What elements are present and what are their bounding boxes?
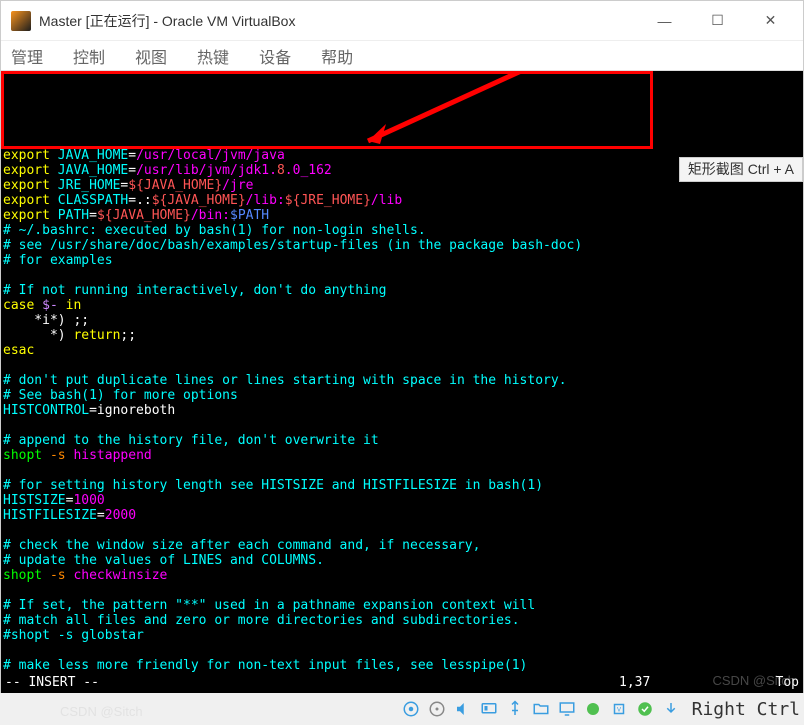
titlebar: Master [正在运行] - Oracle VM VirtualBox — ☐… xyxy=(1,1,803,41)
vim-mode: -- INSERT -- xyxy=(5,675,619,690)
vm-window: Master [正在运行] - Oracle VM VirtualBox — ☐… xyxy=(0,0,804,725)
terminal-line: # If not running interactively, don't do… xyxy=(3,283,801,298)
terminal-line xyxy=(3,583,801,598)
menu-view[interactable]: 视图 xyxy=(135,44,167,68)
window-title: Master [正在运行] - Oracle VM VirtualBox xyxy=(39,11,642,31)
terminal-line: # append to the history file, don't over… xyxy=(3,433,801,448)
terminal-line: # see /usr/share/doc/bash/examples/start… xyxy=(3,238,801,253)
menubar: 管理 控制 视图 热键 设备 帮助 xyxy=(1,41,803,71)
terminal-line: # If set, the pattern "**" used in a pat… xyxy=(3,598,801,613)
mouse-integration-icon[interactable] xyxy=(634,698,656,720)
terminal-line: HISTFILESIZE=2000 xyxy=(3,508,801,523)
terminal-line: *) return;; xyxy=(3,328,801,343)
host-key-indicator: Right Ctrl xyxy=(692,699,800,720)
cpu-icon[interactable]: V xyxy=(608,698,630,720)
menu-control[interactable]: 控制 xyxy=(73,44,105,68)
terminal-line: HISTSIZE=1000 xyxy=(3,493,801,508)
terminal-content: export JAVA_HOME=/usr/local/jvm/javaexpo… xyxy=(3,148,801,688)
window-controls: — ☐ ✕ xyxy=(642,6,793,36)
screenshot-tooltip: 矩形截图 Ctrl + A xyxy=(679,157,803,182)
terminal-line: # don't put duplicate lines or lines sta… xyxy=(3,373,801,388)
terminal-line xyxy=(3,523,801,538)
terminal-line: # make less more friendly for non-text i… xyxy=(3,658,801,673)
terminal-line: export PATH=${JAVA_HOME}/bin:$PATH xyxy=(3,208,801,223)
menu-manage[interactable]: 管理 xyxy=(11,44,43,68)
arrow-annotation xyxy=(301,71,548,195)
vim-position: 1,37 xyxy=(619,675,739,690)
watermark-2: CSDN @Sitch xyxy=(60,704,143,719)
vim-scroll: Top xyxy=(739,675,799,690)
menu-hotkeys[interactable]: 热键 xyxy=(197,44,229,68)
usb-icon[interactable] xyxy=(504,698,526,720)
terminal-line xyxy=(3,268,801,283)
vm-statusbar: CSDN @Sitch V Right Ctrl xyxy=(0,693,804,725)
terminal-line xyxy=(3,463,801,478)
terminal-line: *i*) ;; xyxy=(3,313,801,328)
menu-help[interactable]: 帮助 xyxy=(321,44,353,68)
hdd-icon[interactable] xyxy=(400,698,422,720)
terminal-line: #shopt -s globstar xyxy=(3,628,801,643)
close-button[interactable]: ✕ xyxy=(748,6,793,36)
network-icon[interactable] xyxy=(478,698,500,720)
terminal-line: case $- in xyxy=(3,298,801,313)
terminal-line: esac xyxy=(3,343,801,358)
menu-devices[interactable]: 设备 xyxy=(259,44,291,68)
terminal-line: shopt -s checkwinsize xyxy=(3,568,801,583)
shared-folder-icon[interactable] xyxy=(530,698,552,720)
terminal-line: # check the window size after each comma… xyxy=(3,538,801,553)
terminal-line: # match all files and zero or more direc… xyxy=(3,613,801,628)
terminal-line xyxy=(3,418,801,433)
minimize-button[interactable]: — xyxy=(642,6,687,36)
maximize-button[interactable]: ☐ xyxy=(695,6,740,36)
terminal-line: # update the values of LINES and COLUMNS… xyxy=(3,553,801,568)
virtualbox-icon xyxy=(11,11,31,31)
terminal-area[interactable]: 矩形截图 Ctrl + A export JAVA_HOME=/usr/loca… xyxy=(1,71,803,724)
audio-icon[interactable] xyxy=(452,698,474,720)
terminal-line: # for examples xyxy=(3,253,801,268)
keyboard-capture-icon[interactable] xyxy=(660,698,682,720)
terminal-line xyxy=(3,358,801,373)
terminal-line: shopt -s histappend xyxy=(3,448,801,463)
terminal-line: export CLASSPATH=.:${JAVA_HOME}/lib:${JR… xyxy=(3,193,801,208)
recording-icon[interactable] xyxy=(582,698,604,720)
optical-icon[interactable] xyxy=(426,698,448,720)
terminal-line: # See bash(1) for more options xyxy=(3,388,801,403)
terminal-line: HISTCONTROL=ignoreboth xyxy=(3,403,801,418)
terminal-line: # ~/.bashrc: executed by bash(1) for non… xyxy=(3,223,801,238)
terminal-line: # for setting history length see HISTSIZ… xyxy=(3,478,801,493)
vim-statusbar: -- INSERT -- 1,37 Top xyxy=(1,673,803,692)
display-icon[interactable] xyxy=(556,698,578,720)
svg-text:V: V xyxy=(617,707,621,713)
terminal-line xyxy=(3,643,801,658)
